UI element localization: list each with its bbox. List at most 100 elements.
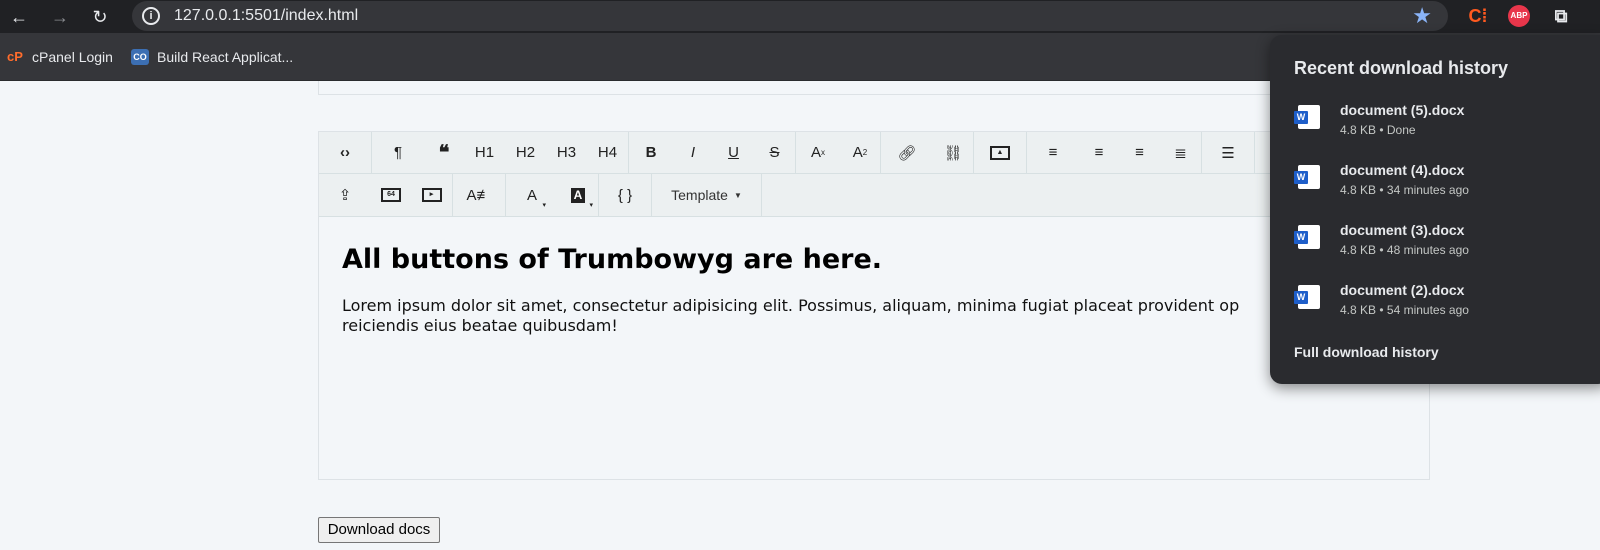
downloads-popup: Recent download history W document (5).d… [1270,35,1600,384]
strikethrough-button[interactable]: S [754,132,795,173]
browser-toolbar: ← → ↻ i 127.0.0.1:5501/index.html ★ C⁞ A… [0,0,1600,33]
download-item[interactable]: W document (2).docx 4.8 KB • 54 minutes … [1270,281,1600,333]
download-meta: 4.8 KB • 54 minutes ago [1340,303,1469,317]
color-group: A ▾ A ▾ [506,174,599,216]
remove-format-group: A≢ [453,174,506,216]
base64-icon[interactable]: 64 [371,174,411,216]
subscript-mark: 2 [862,148,868,157]
reload-icon[interactable]: ↻ [89,6,111,28]
h3-button[interactable]: H3 [546,132,587,173]
forward-arrow-icon[interactable]: → [49,6,71,28]
text-style-group: B I U S [629,132,796,173]
font-color-label: A [526,186,537,204]
unlink-icon[interactable]: ⛓︎ [933,132,973,173]
editor-paragraph: Lorem ipsum dolor sit amet, consectetur … [342,296,1240,315]
chevron-down-icon: ▼ [733,190,742,200]
bookmark-cpanel-login[interactable]: cP cPanel Login [6,47,113,67]
remove-format-icon[interactable]: A≢ [453,174,505,216]
link-group: 🔗︎ ⛓︎ [881,132,974,173]
list-group: ☰ [1202,132,1255,173]
justify-icon[interactable]: ≣ [1160,132,1201,173]
subscript-button[interactable]: A2 [840,132,880,173]
image-group: ▲ [974,132,1027,173]
base64-label: 64 [381,188,401,202]
italic-button[interactable]: I [673,132,713,173]
template-group: Template ▼ [652,174,762,216]
editor-heading: All buttons of Trumbowyg are here. [342,244,883,275]
view-html-button[interactable]: ‹› [319,132,371,173]
download-docs-button[interactable]: Download docs [318,517,440,543]
superscript-mark: x [821,148,825,157]
full-download-history-link[interactable]: Full download history [1294,343,1439,361]
word-file-icon: W [1294,285,1320,309]
align-center-icon[interactable]: ≡ [1079,132,1119,173]
word-letter: W [1294,231,1308,244]
image-frame-icon: ▲ [990,145,1010,160]
word-letter: W [1294,291,1308,304]
editor-paragraph-line2: reiciendis eius beatae quibusdam! [342,316,618,335]
word-letter: W [1294,111,1308,124]
download-filename: document (4).docx [1340,162,1465,178]
cpanel-icon: cP [7,49,23,64]
download-item[interactable]: W document (5).docx 4.8 KB • Done [1270,101,1600,153]
toolbar-row-1: ‹› ¶ ❝ H1 H2 H3 H4 B I U S Ax A2 🔗︎ ⛓︎ ▲… [319,132,1429,174]
download-meta: 4.8 KB • 48 minutes ago [1340,243,1469,257]
dropdown-caret-icon: ▾ [589,202,593,209]
download-filename: document (5).docx [1340,102,1465,118]
toolbar-row-2: ⇪ 64 ▸ A≢ A ▾ A ▾ { } Template ▼ [319,174,1429,216]
superscript-base: A [810,144,821,161]
bookmark-label: cPanel Login [32,49,113,65]
align-right-icon[interactable]: ≡ [1119,132,1160,173]
font-color-button[interactable]: A ▾ [506,174,558,216]
star-icon[interactable]: ★ [1412,3,1432,29]
h2-button[interactable]: H2 [505,132,546,173]
download-meta: 4.8 KB • 34 minutes ago [1340,183,1469,197]
underline-button[interactable]: U [713,132,754,173]
h4-button[interactable]: H4 [587,132,628,173]
word-file-icon: W [1294,165,1320,189]
paragraph-button[interactable]: ¶ [372,132,424,173]
template-dropdown[interactable]: Template ▼ [652,174,761,216]
url-text[interactable]: 127.0.0.1:5501/index.html [174,6,358,26]
downloads-title: Recent download history [1294,58,1509,78]
play-icon: ▸ [421,188,442,202]
back-arrow-icon[interactable]: ← [8,6,30,28]
template-label: Template [671,187,728,203]
blockquote-button[interactable]: ❝ [424,132,464,173]
code-block-button[interactable]: { } [599,174,651,216]
word-file-icon: W [1294,105,1320,129]
script-group: Ax A2 [796,132,881,173]
h1-button[interactable]: H1 [464,132,505,173]
noembed-icon[interactable]: ▸ [411,174,452,216]
extensions-puzzle-icon[interactable]: ⧉ [1550,5,1572,27]
trumbowyg-editor: ‹› ¶ ❝ H1 H2 H3 H4 B I U S Ax A2 🔗︎ ⛓︎ ▲… [318,131,1430,480]
download-filename: document (2).docx [1340,282,1465,298]
address-bar[interactable]: i 127.0.0.1:5501/index.html ★ [132,1,1448,31]
word-file-icon: W [1294,225,1320,249]
subscript-base: A [852,144,863,161]
editor-content[interactable]: All buttons of Trumbowyg are here. Lorem… [319,217,1429,362]
align-left-icon[interactable]: ≡ [1027,132,1079,173]
download-item[interactable]: W document (3).docx 4.8 KB • 48 minutes … [1270,221,1600,273]
adblock-icon[interactable]: ABP [1508,5,1530,27]
link-icon[interactable]: 🔗︎ [881,132,933,173]
bookmark-build-react[interactable]: CO Build React Applicat... [131,47,293,67]
upload-icon[interactable]: ⇪ [319,174,371,216]
editor-toolbar: ‹› ¶ ❝ H1 H2 H3 H4 B I U S Ax A2 🔗︎ ⛓︎ ▲… [319,132,1429,217]
superscript-button[interactable]: Ax [796,132,840,173]
upload-group: ⇪ 64 ▸ [319,174,453,216]
formatting-group: ¶ ❝ H1 H2 H3 H4 [372,132,629,173]
background-color-button[interactable]: A ▾ [558,174,598,216]
insert-image-icon[interactable]: ▲ [974,132,1026,173]
info-icon[interactable]: i [142,7,160,25]
extension-c-icon[interactable]: C⁞ [1467,5,1489,27]
align-group: ≡ ≡ ≡ ≣ [1027,132,1202,173]
download-item[interactable]: W document (4).docx 4.8 KB • 34 minutes … [1270,161,1600,213]
bold-button[interactable]: B [629,132,673,173]
codeium-icon: CO [131,49,149,65]
download-meta: 4.8 KB • Done [1340,123,1416,137]
dropdown-caret-icon: ▾ [542,202,546,209]
bookmark-label: Build React Applicat... [157,49,294,65]
word-letter: W [1294,171,1308,184]
unordered-list-icon[interactable]: ☰ [1202,132,1254,173]
